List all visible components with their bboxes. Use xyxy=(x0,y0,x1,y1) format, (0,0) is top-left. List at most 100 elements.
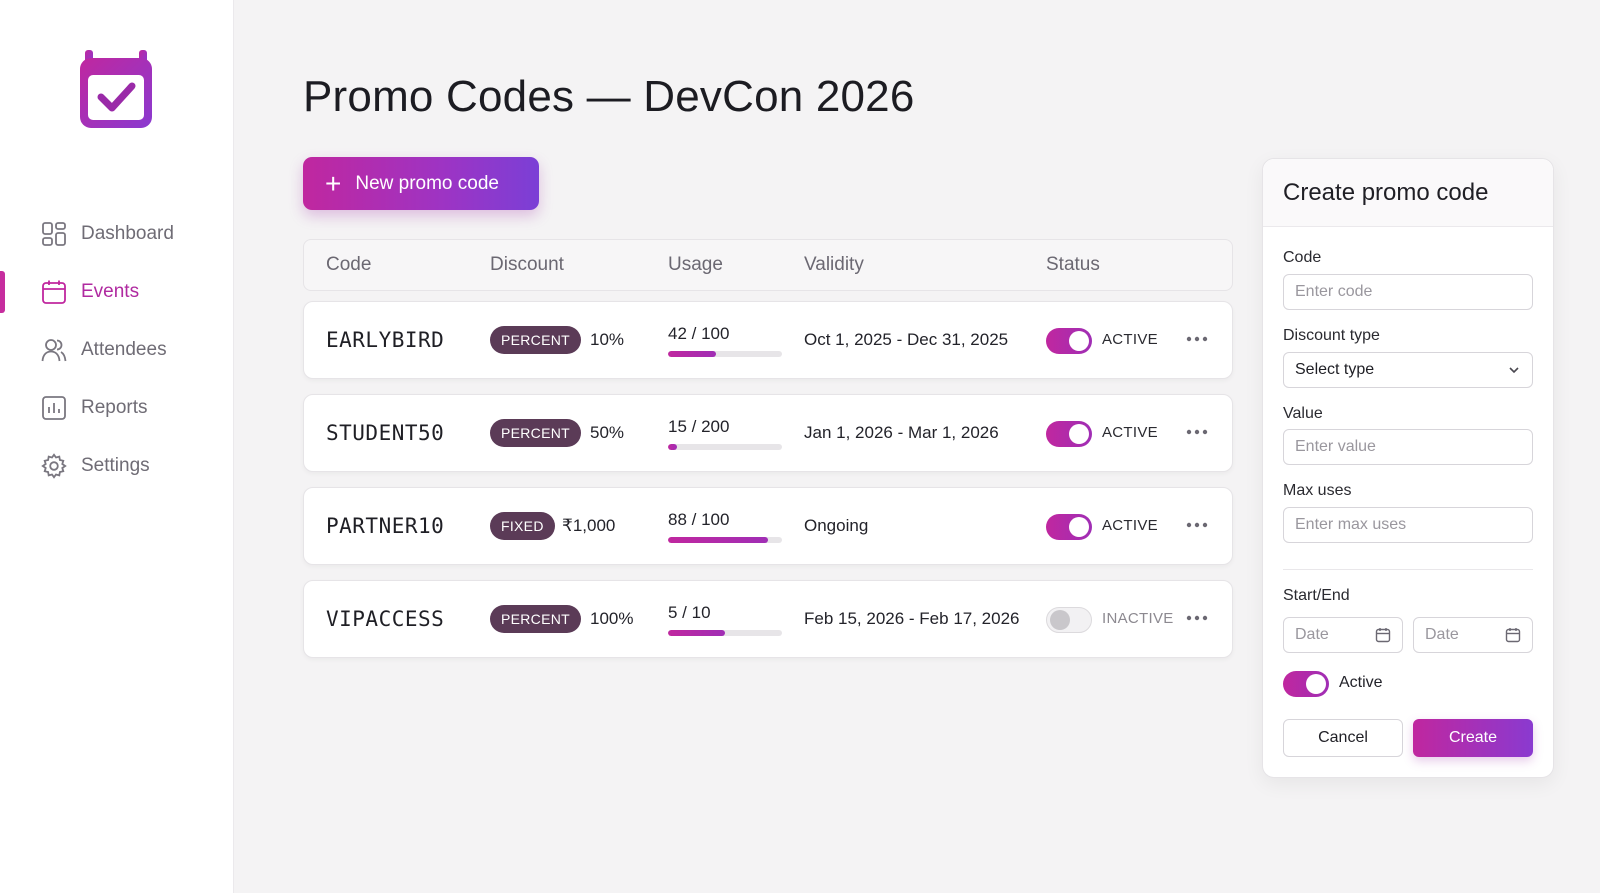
discount-value: 50% xyxy=(590,423,625,442)
dashboard-icon xyxy=(41,221,67,247)
panel-title: Create promo code xyxy=(1263,159,1553,227)
toggle-knob xyxy=(1069,517,1089,537)
sidebar-item-label: Dashboard xyxy=(81,223,174,244)
usage-progress-bar xyxy=(668,630,782,636)
new-promo-code-button[interactable]: + New promo code xyxy=(303,157,539,210)
cancel-button[interactable]: Cancel xyxy=(1283,719,1403,757)
status-toggle[interactable] xyxy=(1046,514,1092,540)
start-date-field[interactable]: Date xyxy=(1283,617,1403,653)
validity-range: Feb 15, 2026 - Feb 17, 2026 xyxy=(804,609,1020,628)
more-options-icon[interactable] xyxy=(1184,512,1210,538)
page-title: Promo Codes — DevCon 2026 xyxy=(303,72,915,121)
max-uses-label: Max uses xyxy=(1283,482,1352,499)
table-row[interactable]: PARTNER10 FIXED ₹1,000 88 / 100 Ongoing … xyxy=(303,487,1233,565)
create-promo-code-panel: Create promo code Code Discount type Sel… xyxy=(1262,158,1554,778)
usage-progress-bar xyxy=(668,537,782,543)
status-label: INACTIVE xyxy=(1102,610,1174,627)
column-header-validity[interactable]: Validity xyxy=(804,254,864,276)
chart-icon xyxy=(41,395,67,421)
usage-count: 42 / 100 xyxy=(668,324,730,343)
create-button[interactable]: Create xyxy=(1413,719,1533,757)
discount-type-badge: PERCENT xyxy=(490,326,581,354)
sidebar-item-reports[interactable]: Reports xyxy=(0,379,234,437)
more-options-icon[interactable] xyxy=(1184,326,1210,352)
sidebar: Dashboard Events Attendees Reports Setti… xyxy=(0,0,234,893)
new-promo-code-label: New promo code xyxy=(355,172,499,194)
column-header-code[interactable]: Code xyxy=(326,254,371,276)
discount-type-badge: PERCENT xyxy=(490,605,581,633)
users-icon xyxy=(41,337,67,363)
plus-icon: + xyxy=(325,167,342,199)
calendar-icon xyxy=(1505,628,1521,643)
sidebar-item-events[interactable]: Events xyxy=(0,263,234,321)
validity-range: Ongoing xyxy=(804,516,869,535)
usage-count: 15 / 200 xyxy=(668,417,730,436)
calendar-icon xyxy=(41,279,67,305)
usage-progress-fill xyxy=(668,537,769,543)
end-date-field[interactable]: Date xyxy=(1413,617,1533,653)
start-end-label: Start/End xyxy=(1283,587,1350,604)
toggle-knob xyxy=(1069,424,1089,444)
sidebar-item-attendees[interactable]: Attendees xyxy=(0,321,234,379)
column-header-usage[interactable]: Usage xyxy=(668,254,723,276)
status-label: ACTIVE xyxy=(1102,517,1158,534)
table-row[interactable]: STUDENT50 PERCENT 50% 15 / 200 Jan 1, 20… xyxy=(303,394,1233,472)
usage-progress-fill xyxy=(668,444,677,450)
sidebar-item-settings[interactable]: Settings xyxy=(0,437,234,495)
table-row[interactable]: EARLYBIRD PERCENT 10% 42 / 100 Oct 1, 20… xyxy=(303,301,1233,379)
sidebar-item-label: Reports xyxy=(81,397,148,418)
discount-value: 10% xyxy=(590,330,625,349)
discount-type-label: Discount type xyxy=(1283,327,1380,344)
chevron-down-icon xyxy=(1509,367,1519,374)
validity-range: Jan 1, 2026 - Mar 1, 2026 xyxy=(804,423,999,442)
promo-code: VIPACCESS xyxy=(326,607,445,631)
status-label: ACTIVE xyxy=(1102,424,1158,441)
toggle-knob xyxy=(1306,674,1326,694)
sidebar-item-label: Settings xyxy=(81,455,150,476)
status-toggle[interactable] xyxy=(1046,607,1092,633)
usage-progress-bar xyxy=(668,351,782,357)
active-toggle[interactable] xyxy=(1283,671,1329,697)
usage-count: 88 / 100 xyxy=(668,510,730,529)
status-toggle[interactable] xyxy=(1046,328,1092,354)
status-toggle[interactable] xyxy=(1046,421,1092,447)
discount-type-badge: PERCENT xyxy=(490,419,581,447)
end-date-placeholder: Date xyxy=(1425,626,1459,643)
column-header-status[interactable]: Status xyxy=(1046,254,1100,276)
discount-type-select[interactable]: Select type xyxy=(1283,352,1533,388)
gear-icon xyxy=(41,453,67,479)
more-options-icon[interactable] xyxy=(1184,419,1210,445)
column-header-discount[interactable]: Discount xyxy=(490,254,564,276)
value-input[interactable] xyxy=(1283,429,1533,465)
table-row[interactable]: VIPACCESS PERCENT 100% 5 / 10 Feb 15, 20… xyxy=(303,580,1233,658)
promo-code: STUDENT50 xyxy=(326,421,445,445)
divider xyxy=(1283,569,1533,570)
validity-range: Oct 1, 2025 - Dec 31, 2025 xyxy=(804,330,1009,349)
usage-progress-fill xyxy=(668,351,716,357)
usage-count: 5 / 10 xyxy=(668,603,711,622)
discount-value: ₹1,000 xyxy=(562,516,616,535)
start-date-placeholder: Date xyxy=(1295,626,1329,643)
more-options-icon[interactable] xyxy=(1184,605,1210,631)
calendar-check-logo-icon[interactable] xyxy=(78,48,156,130)
discount-type-badge: FIXED xyxy=(490,512,555,540)
status-label: ACTIVE xyxy=(1102,331,1158,348)
discount-value: 100% xyxy=(590,609,634,628)
code-label: Code xyxy=(1283,249,1322,266)
toggle-knob xyxy=(1050,610,1070,630)
active-toggle-label: Active xyxy=(1339,674,1383,691)
usage-progress-bar xyxy=(668,444,782,450)
discount-type-value: Select type xyxy=(1295,361,1375,378)
sidebar-nav: Dashboard Events Attendees Reports Setti… xyxy=(0,205,234,495)
max-uses-input[interactable] xyxy=(1283,507,1533,543)
promo-code: PARTNER10 xyxy=(326,514,445,538)
promo-code: EARLYBIRD xyxy=(326,328,445,352)
code-input[interactable] xyxy=(1283,274,1533,310)
sidebar-item-label: Attendees xyxy=(81,339,167,360)
sidebar-item-dashboard[interactable]: Dashboard xyxy=(0,205,234,263)
table-header: Code Discount Usage Validity Status xyxy=(303,239,1233,291)
calendar-icon xyxy=(1375,628,1391,643)
toggle-knob xyxy=(1069,331,1089,351)
usage-progress-fill xyxy=(668,630,725,636)
value-label: Value xyxy=(1283,405,1323,422)
